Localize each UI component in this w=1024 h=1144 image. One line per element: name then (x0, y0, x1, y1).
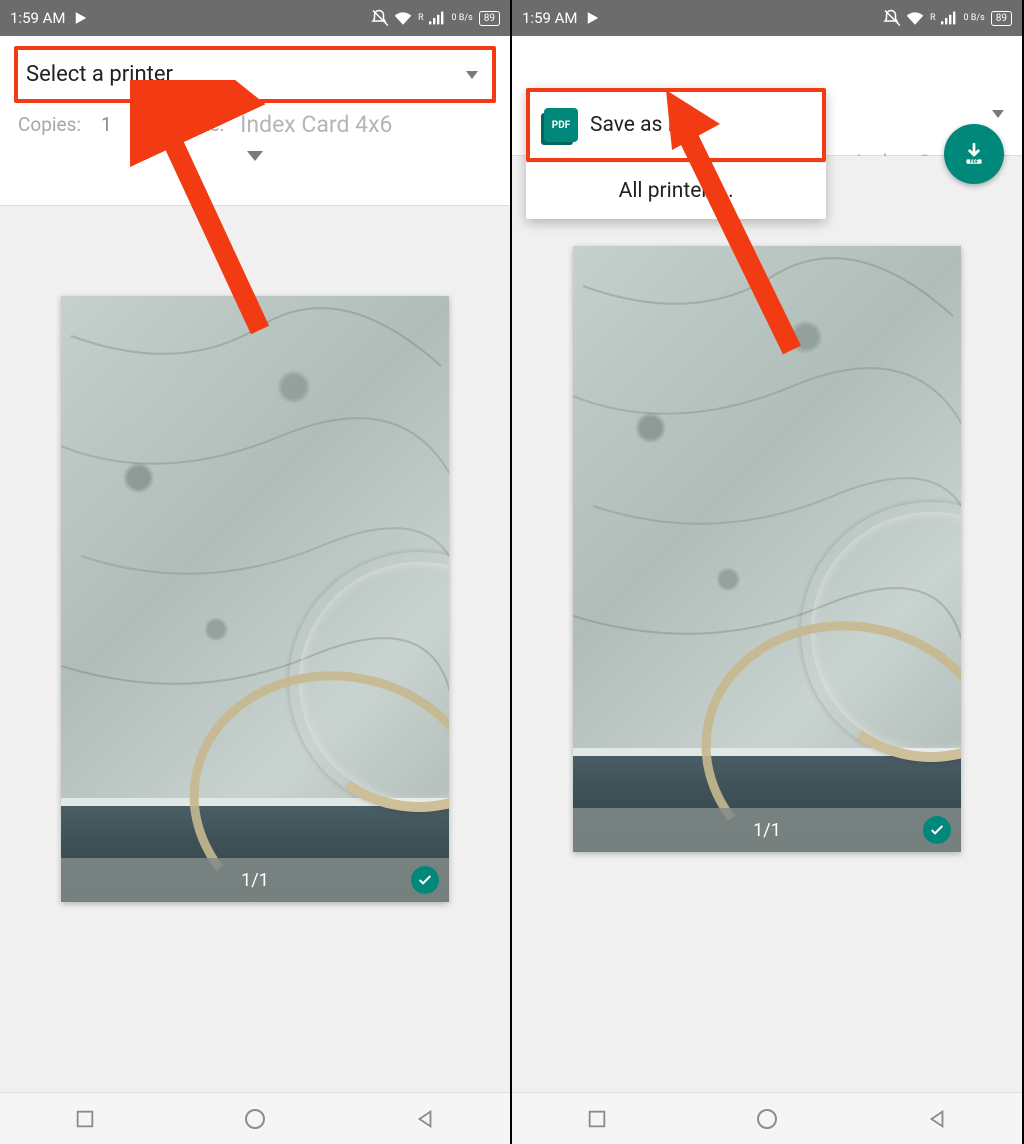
status-time: 1:59 AM (522, 9, 578, 27)
printer-dropdown-label: Select a printer (26, 62, 173, 87)
page-footer: 1/1 (573, 808, 961, 852)
wifi-icon (394, 11, 412, 25)
menu-item-label: All printers… (619, 179, 734, 203)
network-r: R (930, 13, 936, 23)
battery-icon: 89 (479, 11, 500, 26)
android-nav-bar (0, 1092, 510, 1144)
menu-item-label: Save as PDF (590, 113, 706, 137)
recent-apps-button[interactable] (74, 1108, 96, 1130)
menu-item-save-as-pdf[interactable]: PDF Save as PDF (526, 88, 826, 162)
page-counter: 1/1 (241, 870, 269, 891)
recent-apps-button[interactable] (586, 1108, 608, 1130)
phone-right: 1:59 AM R 0 B/s 89 Index Card 4x6 PDF Sa… (512, 0, 1024, 1144)
print-preview-page[interactable]: 1/1 (61, 296, 449, 902)
play-store-icon (74, 11, 88, 25)
chevron-down-icon (466, 71, 478, 79)
bell-off-icon (882, 9, 900, 27)
printer-dropdown[interactable]: Select a printer (14, 46, 496, 103)
home-button[interactable] (243, 1107, 267, 1131)
paper-size-label: Paper size: (132, 113, 225, 136)
status-bar: 1:59 AM R 0 B/s 89 (0, 0, 510, 36)
signal-icon (941, 11, 957, 25)
copies-label: Copies: (18, 113, 81, 136)
play-store-icon (586, 11, 600, 25)
page-selected-check[interactable] (411, 866, 439, 894)
page-selected-check[interactable] (923, 816, 951, 844)
android-nav-bar (512, 1092, 1022, 1144)
print-preview-page[interactable]: 1/1 (573, 246, 961, 852)
printer-dropdown-menu: PDF Save as PDF All printers… (526, 88, 826, 219)
menu-item-all-printers[interactable]: All printers… (526, 162, 826, 219)
back-button[interactable] (926, 1108, 948, 1130)
bell-off-icon (370, 9, 388, 27)
print-header: Select a printer Copies: 1 Paper size: I… (0, 36, 510, 206)
status-time: 1:59 AM (10, 9, 66, 27)
chevron-down-icon (247, 151, 263, 161)
save-pdf-fab[interactable]: PDF (944, 124, 1004, 184)
back-button[interactable] (414, 1108, 436, 1130)
expand-options[interactable] (14, 142, 496, 171)
status-bar: 1:59 AM R 0 B/s 89 (512, 0, 1022, 36)
svg-text:PDF: PDF (970, 159, 979, 165)
pdf-icon: PDF (544, 108, 578, 142)
print-header: Index Card 4x6 PDF Save as PDF All print… (512, 36, 1022, 156)
preview-area[interactable]: 1/1 (0, 206, 510, 1092)
signal-icon (429, 11, 445, 25)
data-rate: 0 B/s (451, 13, 472, 23)
page-footer: 1/1 (61, 858, 449, 902)
data-rate: 0 B/s (963, 13, 984, 23)
preview-area[interactable]: PDF 1/1 (512, 156, 1022, 1092)
network-r: R (418, 13, 424, 23)
battery-icon: 89 (991, 11, 1012, 26)
phone-left: 1:59 AM R 0 B/s 89 Select a printer Copi… (0, 0, 512, 1144)
print-options-row: Copies: 1 Paper size: Index Card 4x6 (14, 103, 496, 142)
home-button[interactable] (755, 1107, 779, 1131)
copies-value[interactable]: 1 (101, 113, 112, 136)
page-counter: 1/1 (753, 820, 781, 841)
wifi-icon (906, 11, 924, 25)
chevron-down-icon[interactable] (992, 110, 1004, 118)
paper-size-value[interactable]: Index Card 4x6 (240, 111, 392, 138)
